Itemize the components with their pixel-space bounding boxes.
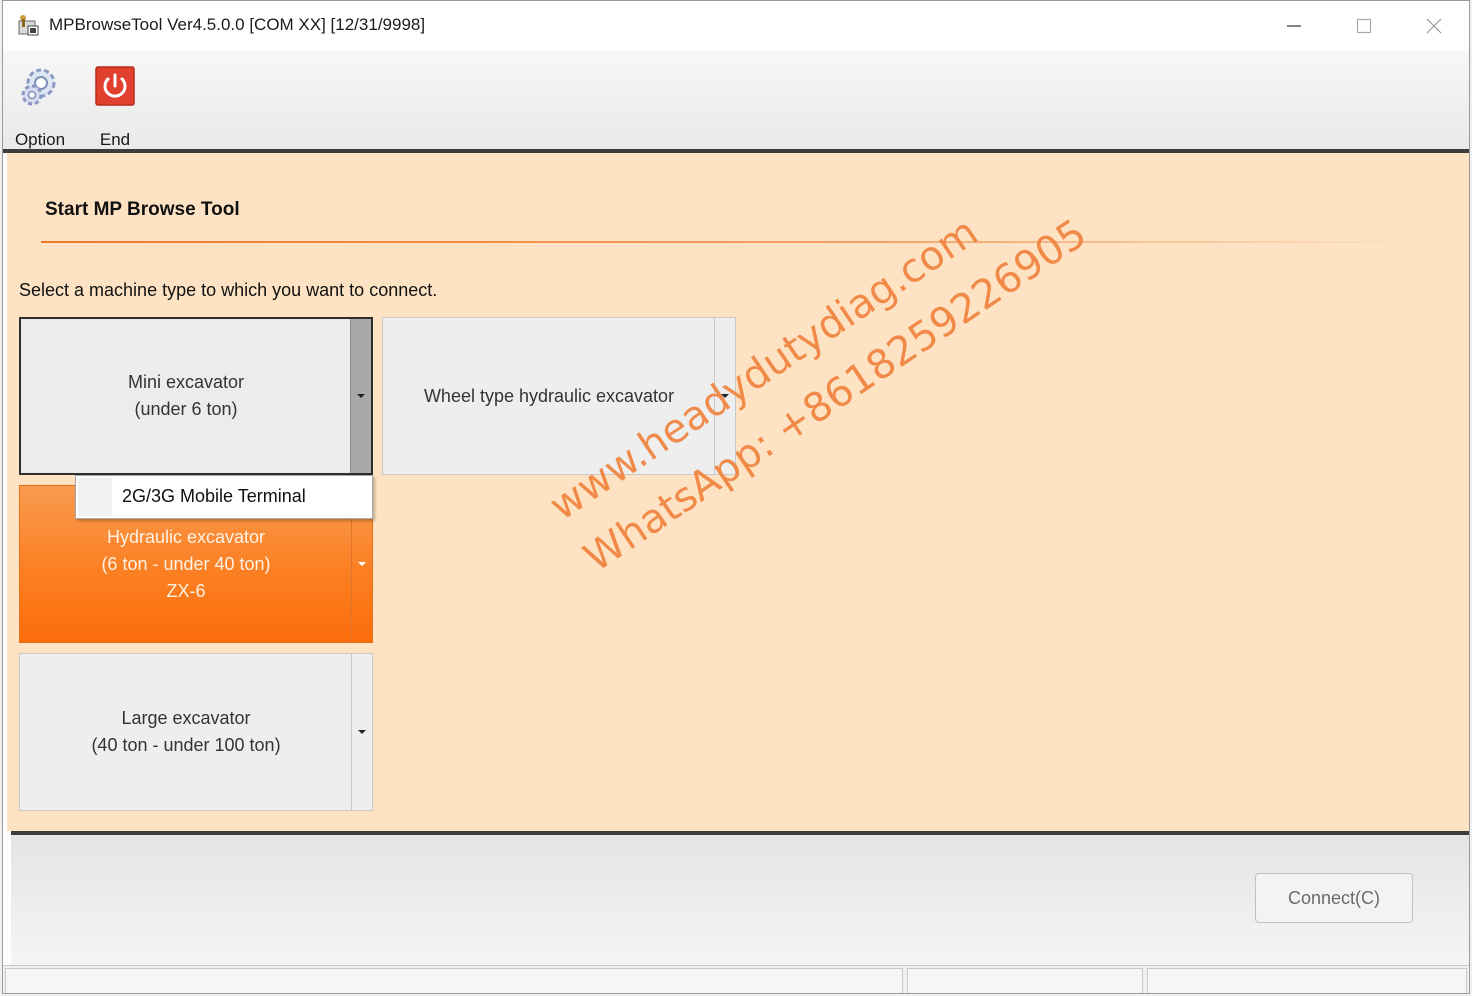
- status-cell-2: [907, 968, 1143, 993]
- hydraulic-excavator-line2: (6 ton - under 40 ton): [101, 553, 271, 574]
- title-bar: MPBrowseTool Ver4.5.0.0 [COM XX] [12/31/…: [3, 1, 1469, 51]
- instruction-text: Select a machine type to which you want …: [19, 280, 438, 300]
- toolbar: Option End: [3, 51, 1469, 153]
- hydraulic-excavator-line1: Hydraulic excavator: [106, 526, 266, 547]
- hydraulic-excavator-line3: ZX-6: [166, 580, 206, 601]
- option-label: Option: [14, 130, 66, 149]
- status-cell-3: [1147, 968, 1467, 993]
- end-button[interactable]: End: [80, 59, 150, 149]
- main-panel: Start MP Browse Tool Select a machine ty…: [7, 153, 1469, 831]
- mini-excavator-dropdown-menu: 2G/3G Mobile Terminal: [75, 475, 373, 519]
- mini-excavator-label: Mini excavator (under 6 ton): [21, 319, 351, 473]
- end-label: End: [99, 130, 131, 149]
- power-icon: [95, 66, 135, 106]
- chevron-down-icon: [358, 562, 366, 566]
- app-window: MPBrowseTool Ver4.5.0.0 [COM XX] [12/31/…: [2, 0, 1470, 994]
- large-excavator-dropdown-toggle[interactable]: [351, 654, 372, 810]
- connect-button[interactable]: Connect(C): [1255, 873, 1413, 923]
- mini-excavator-dropdown-toggle[interactable]: [350, 319, 371, 473]
- heading-divider: [41, 241, 1421, 243]
- close-icon: [1426, 18, 1442, 34]
- gear-icon: [21, 68, 56, 106]
- maximize-icon: [1356, 18, 1372, 34]
- mini-excavator-line1: Mini excavator: [127, 372, 245, 392]
- status-cell-main: [5, 968, 903, 993]
- chevron-down-icon: [358, 730, 366, 734]
- menu-item-mobile-terminal[interactable]: 2G/3G Mobile Terminal: [122, 486, 306, 507]
- large-excavator-line2: (40 ton - under 100 ton): [91, 735, 281, 755]
- minimize-button[interactable]: [1259, 1, 1329, 51]
- window-title: MPBrowseTool Ver4.5.0.0 [COM XX] [12/31/…: [49, 15, 426, 34]
- maximize-button[interactable]: [1329, 1, 1399, 51]
- minimize-icon: [1287, 25, 1301, 27]
- mini-excavator-line2: (under 6 ton): [134, 399, 238, 419]
- menu-icon-gutter: [78, 478, 112, 516]
- large-excavator-button[interactable]: Large excavator (40 ton - under 100 ton): [19, 653, 373, 811]
- large-excavator-line1: Large excavator: [121, 708, 251, 728]
- app-icon: [18, 15, 39, 36]
- page-title: Start MP Browse Tool: [45, 199, 240, 220]
- option-button[interactable]: Option: [5, 59, 75, 149]
- chevron-down-icon: [357, 394, 365, 398]
- bottom-panel: Connect(C): [11, 831, 1469, 967]
- wheel-excavator-line1: Wheel type hydraulic excavator: [423, 385, 675, 406]
- large-excavator-label: Large excavator (40 ton - under 100 ton): [20, 654, 352, 810]
- mini-excavator-button[interactable]: Mini excavator (under 6 ton): [19, 317, 373, 475]
- status-bar: [3, 965, 1469, 993]
- close-button[interactable]: [1399, 1, 1469, 51]
